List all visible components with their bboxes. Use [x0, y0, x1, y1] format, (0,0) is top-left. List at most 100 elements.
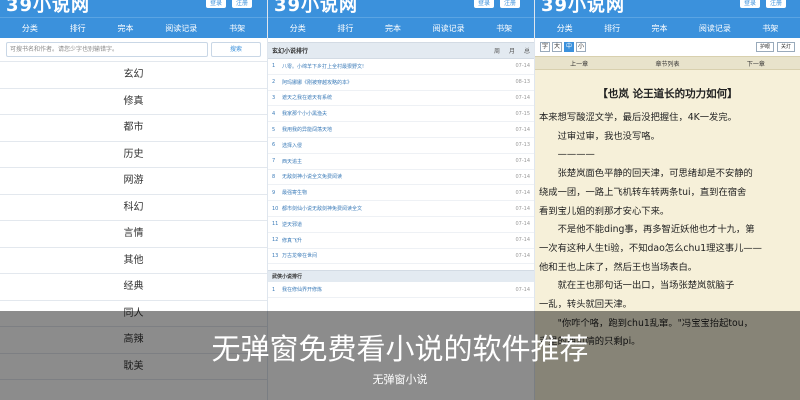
category-item[interactable]: 历史: [0, 142, 267, 168]
list-item[interactable]: 4 我家那个小小黑渔夫 07-15: [268, 106, 534, 123]
book-title[interactable]: 无敌剑神小说全文免费阅读: [282, 173, 512, 180]
list-item[interactable]: 6 选择入侵 07-13: [268, 138, 534, 154]
tab-month[interactable]: 月: [509, 46, 515, 55]
nav-item-completed[interactable]: 完本: [651, 23, 667, 34]
book-title[interactable]: 选择入侵: [282, 142, 512, 149]
nav-item-history[interactable]: 阅读记录: [699, 23, 731, 34]
book-title[interactable]: 西天追主: [282, 158, 512, 165]
paragraph: 不是他不能ding事，再多智近妖他也才十九，第: [557, 224, 755, 236]
book-title[interactable]: 都市剑仙小说无敌剑神免费阅读全文: [282, 205, 512, 212]
site-logo[interactable]: 39小说网: [274, 0, 358, 17]
book-title[interactable]: 八零。小绵羊下乡打上全村最狠野文!: [282, 63, 512, 70]
site-logo[interactable]: 39小说网: [6, 0, 90, 17]
search-button[interactable]: 搜索: [211, 42, 261, 57]
update-date: 07-15: [515, 110, 530, 117]
nav-item-bookshelf[interactable]: 书架: [496, 23, 512, 34]
ranking-title: 玄幻小说排行: [272, 48, 309, 55]
tab-total[interactable]: 总: [524, 46, 530, 55]
update-date: 07-14: [515, 158, 530, 165]
update-date: 07-14: [515, 252, 530, 259]
category-item[interactable]: 玄幻: [0, 62, 267, 89]
nav-item-ranking[interactable]: 排行: [70, 23, 86, 34]
book-title[interactable]: 阿玛娜娜《刚被穿越攻略的本》: [282, 79, 512, 86]
nav-item-category[interactable]: 分类: [557, 23, 573, 34]
category-item[interactable]: 科幻: [0, 195, 267, 221]
list-item[interactable]: 1 我在修仙界开修炼 07-14: [268, 282, 534, 299]
list-item[interactable]: 7 西天追主 07-14: [268, 154, 534, 170]
font-medium-button[interactable]: 中: [564, 42, 574, 52]
nav-item-ranking[interactable]: 排行: [604, 23, 620, 34]
lights-off-button[interactable]: 关灯: [776, 42, 795, 52]
chapter-list-link[interactable]: 章节列表: [623, 59, 711, 68]
caption-title: 无弹窗免费看小说的软件推荐: [211, 332, 589, 366]
tab-week[interactable]: 周: [494, 46, 500, 55]
list-item[interactable]: 1 八零。小绵羊下乡打上全村最狠野文! 07-14: [268, 59, 534, 75]
category-item[interactable]: 其他: [0, 248, 267, 274]
nav-item-history[interactable]: 阅读记录: [433, 23, 465, 34]
login-button[interactable]: 登录: [740, 0, 760, 8]
category-item[interactable]: 经典: [0, 274, 267, 301]
main-nav: 分类 排行 完本 阅读记录 书架: [0, 17, 267, 38]
next-chapter-link[interactable]: 下一章: [712, 59, 800, 68]
paragraph: 本来想写酸涩文学，最后没把握住，4K一发完。: [539, 112, 737, 123]
update-date: 07-14: [515, 189, 530, 196]
category-item[interactable]: 言情: [0, 221, 267, 248]
register-button[interactable]: 注册: [232, 0, 252, 8]
prev-chapter-link[interactable]: 上一章: [535, 59, 623, 68]
login-button[interactable]: 登录: [474, 0, 494, 8]
font-small-button[interactable]: 小: [576, 42, 586, 52]
rank-number: 11: [272, 221, 279, 228]
list-item[interactable]: 2 阿玛娜娜《刚被穿越攻略的本》 08-13: [268, 75, 534, 91]
rank-number: 8: [272, 173, 276, 180]
paragraph: ————: [557, 149, 595, 161]
chapter-title: 【也岚 论王道长的功力如何】: [597, 88, 738, 100]
list-item[interactable]: 8 无敌剑神小说全文免费阅读 07-14: [268, 170, 534, 186]
paragraph: 就在王也那句话一出口，当场张楚岚就脑子: [557, 280, 735, 292]
list-item[interactable]: 11 逆天邪道 07-14: [268, 217, 534, 233]
book-title[interactable]: 我家那个小小黑渔夫: [282, 110, 512, 117]
nav-item-category[interactable]: 分类: [22, 23, 38, 34]
nav-item-category[interactable]: 分类: [290, 23, 306, 34]
book-title[interactable]: 万古龙帝在世间: [282, 252, 512, 259]
list-item[interactable]: 12 修真飞升 07-14: [268, 233, 534, 249]
font-button[interactable]: 字: [540, 42, 550, 52]
list-item[interactable]: 3 遮天之我在遮天有系统 07-14: [268, 91, 534, 107]
category-item[interactable]: 都市: [0, 115, 267, 142]
ranking-title-2: 武侠小说排行: [272, 274, 303, 281]
book-title[interactable]: 最强寄生物: [282, 189, 512, 196]
category-item[interactable]: 网游: [0, 168, 267, 195]
nav-item-ranking[interactable]: 排行: [337, 23, 353, 34]
paragraph: 过审过审，我也没写咯。: [557, 130, 660, 142]
list-item[interactable]: 13 万古龙帝在世间 07-14: [268, 249, 534, 265]
book-title[interactable]: 遮天之我在遮天有系统: [282, 94, 512, 101]
book-title[interactable]: 修真飞升: [282, 237, 512, 244]
nav-item-completed[interactable]: 完本: [117, 23, 133, 34]
nav-item-completed[interactable]: 完本: [385, 23, 401, 34]
book-title[interactable]: 逆天邪道: [282, 221, 512, 228]
book-title[interactable]: 我在修仙界开修炼: [282, 286, 512, 293]
nav-item-bookshelf[interactable]: 书架: [229, 23, 245, 34]
update-date: 07-14: [515, 286, 530, 293]
register-button[interactable]: 注册: [766, 0, 786, 8]
rank-number: 9: [272, 189, 276, 196]
font-large-button[interactable]: 大: [552, 42, 562, 52]
category-item[interactable]: 修真: [0, 89, 267, 115]
nav-item-history[interactable]: 阅读记录: [165, 23, 197, 34]
login-button[interactable]: 登录: [206, 0, 226, 8]
paragraph: 一次有这种人生ti验，不知dao怎么chu1理这事儿——: [539, 242, 762, 254]
main-nav: 分类 排行 完本 阅读记录 书架: [535, 17, 800, 38]
rank-number: 5: [272, 126, 276, 133]
update-date: 07-13: [515, 142, 530, 149]
book-title[interactable]: 我用我的异能闯荡天地: [282, 126, 512, 133]
list-item[interactable]: 5 我用我的异能闯荡天地 07-14: [268, 122, 534, 138]
eye-care-button[interactable]: 护眼: [755, 42, 774, 52]
list-item[interactable]: 9 最强寄生物 07-14: [268, 185, 534, 202]
nav-item-bookshelf[interactable]: 书架: [762, 23, 778, 34]
search-input[interactable]: 可搜书名和作者。请您少字也别输错字。: [6, 42, 208, 57]
register-button[interactable]: 注册: [500, 0, 520, 8]
paragraph: 绕成一团，一路上飞机转车转两条tui，直到在宿舍: [539, 186, 747, 198]
top-bar: 39小说网 登录 注册: [535, 0, 800, 17]
list-item[interactable]: 10 都市剑仙小说无敌剑神免费阅读全文 07-14: [268, 201, 534, 217]
reader-toolbar: 字 大 中 小 护眼 关灯: [535, 38, 800, 56]
site-logo[interactable]: 39小说网: [541, 0, 625, 17]
